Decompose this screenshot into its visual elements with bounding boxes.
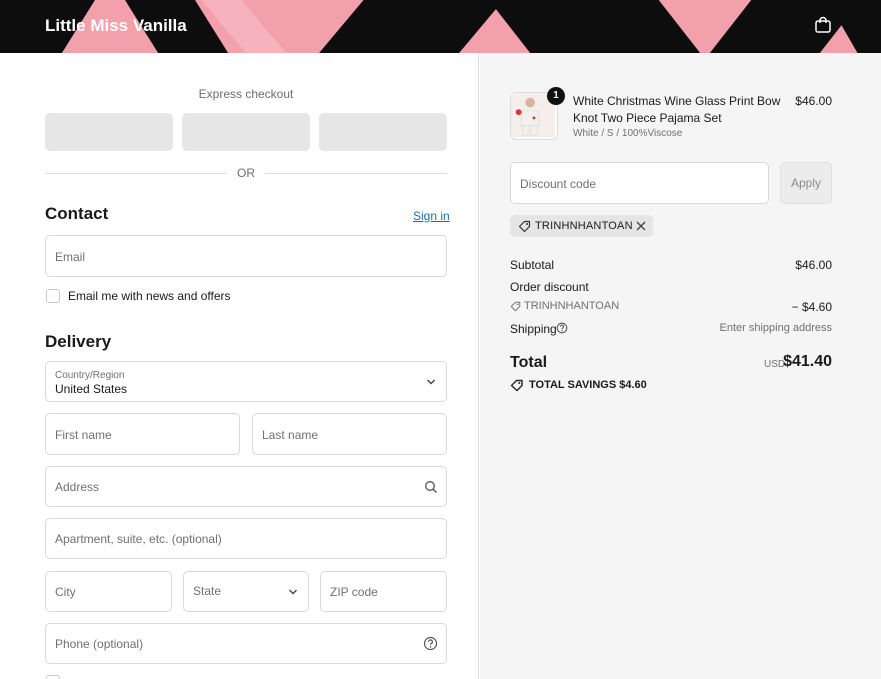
apply-discount-button[interactable]: Apply: [780, 162, 832, 204]
email-placeholder: Email: [55, 250, 86, 264]
apartment-field[interactable]: Apartment, suite, etc. (optional): [45, 518, 447, 559]
phone-field[interactable]: Phone (optional): [45, 623, 447, 664]
city-placeholder: City: [55, 585, 76, 599]
tag-icon: [510, 379, 523, 392]
tag-icon: [518, 220, 531, 233]
quantity-badge: 1: [547, 87, 565, 105]
tag-icon: [510, 301, 521, 312]
zip-field[interactable]: ZIP code: [320, 571, 447, 612]
address-field[interactable]: Address: [45, 466, 447, 507]
shopping-bag-icon[interactable]: [814, 16, 832, 34]
store-header: Little Miss Vanilla: [0, 0, 881, 53]
product-name: White Christmas Wine Glass Print Bow Kno…: [573, 94, 781, 125]
discount-value: − $4.60: [791, 300, 832, 314]
currency-code: USD: [764, 359, 786, 370]
delivery-title: Delivery: [45, 332, 112, 351]
country-select[interactable]: Country/Region United States: [45, 361, 447, 402]
subtotal-label: Subtotal: [510, 258, 555, 272]
country-value: United States: [55, 382, 128, 396]
country-label: Country/Region: [55, 370, 125, 381]
order-discount-label: Order discount: [510, 280, 589, 294]
express-pay-button[interactable]: [319, 113, 447, 151]
express-pay-button[interactable]: [182, 113, 310, 151]
or-divider: OR: [45, 166, 447, 180]
discount-chip-code: TRINHNHANTOAN: [535, 220, 633, 232]
close-icon[interactable]: [636, 221, 646, 231]
first-name-placeholder: First name: [55, 428, 112, 442]
help-circle-icon[interactable]: [556, 322, 568, 334]
state-select[interactable]: State: [183, 571, 309, 612]
store-name[interactable]: Little Miss Vanilla: [45, 16, 187, 36]
divider-line: [265, 173, 447, 174]
header-stripe: [271, 0, 529, 53]
shipping-label: Shipping: [510, 322, 557, 336]
address-placeholder: Address: [55, 480, 100, 494]
subtotal-value: $46.00: [795, 258, 832, 272]
state-placeholder: State: [193, 584, 222, 598]
newsletter-checkbox[interactable]: [46, 289, 60, 303]
last-name-field[interactable]: Last name: [252, 413, 447, 455]
phone-placeholder: Phone (optional): [55, 637, 144, 651]
help-circle-icon[interactable]: [423, 636, 438, 651]
email-field[interactable]: Email: [45, 235, 447, 277]
apartment-placeholder: Apartment, suite, etc. (optional): [55, 532, 222, 546]
text-offers-checkbox[interactable]: [46, 675, 60, 679]
order-summary-column: 1 White Christmas Wine Glass Print Bow K…: [480, 53, 881, 679]
city-field[interactable]: City: [45, 571, 172, 612]
express-pay-button[interactable]: [45, 113, 173, 151]
contact-title: Contact: [45, 204, 109, 223]
chevron-down-icon: [289, 589, 297, 595]
last-name-placeholder: Last name: [262, 428, 319, 442]
product-variant: White / S / 100%Viscose: [573, 128, 683, 139]
total-savings-label: TOTAL SAVINGS: [529, 379, 617, 391]
product-price: $46.00: [795, 94, 832, 108]
discount-code-field[interactable]: Discount code: [510, 162, 769, 204]
total-savings: TOTAL SAVINGS $4.60: [529, 379, 647, 391]
checkout-form-column: Express checkout OR Contact Sign in Emai…: [0, 53, 479, 679]
chevron-down-icon: [427, 379, 435, 385]
first-name-field[interactable]: First name: [45, 413, 240, 455]
sign-in-link[interactable]: Sign in: [413, 209, 450, 223]
zip-placeholder: ZIP code: [330, 585, 378, 599]
express-checkout-label: Express checkout: [198, 87, 294, 101]
total-savings-value: $4.60: [619, 379, 647, 391]
newsletter-label: Email me with news and offers: [68, 289, 231, 303]
header-stripe: [465, 0, 745, 53]
search-icon: [425, 481, 437, 493]
total-label: Total: [510, 354, 548, 371]
applied-discount-code: TRINHNHANTOAN: [524, 300, 620, 312]
shipping-value: Enter shipping address: [719, 322, 832, 334]
discount-chip: TRINHNHANTOAN: [510, 215, 653, 237]
discount-placeholder: Discount code: [520, 177, 597, 191]
total-value: $41.40: [783, 353, 832, 370]
